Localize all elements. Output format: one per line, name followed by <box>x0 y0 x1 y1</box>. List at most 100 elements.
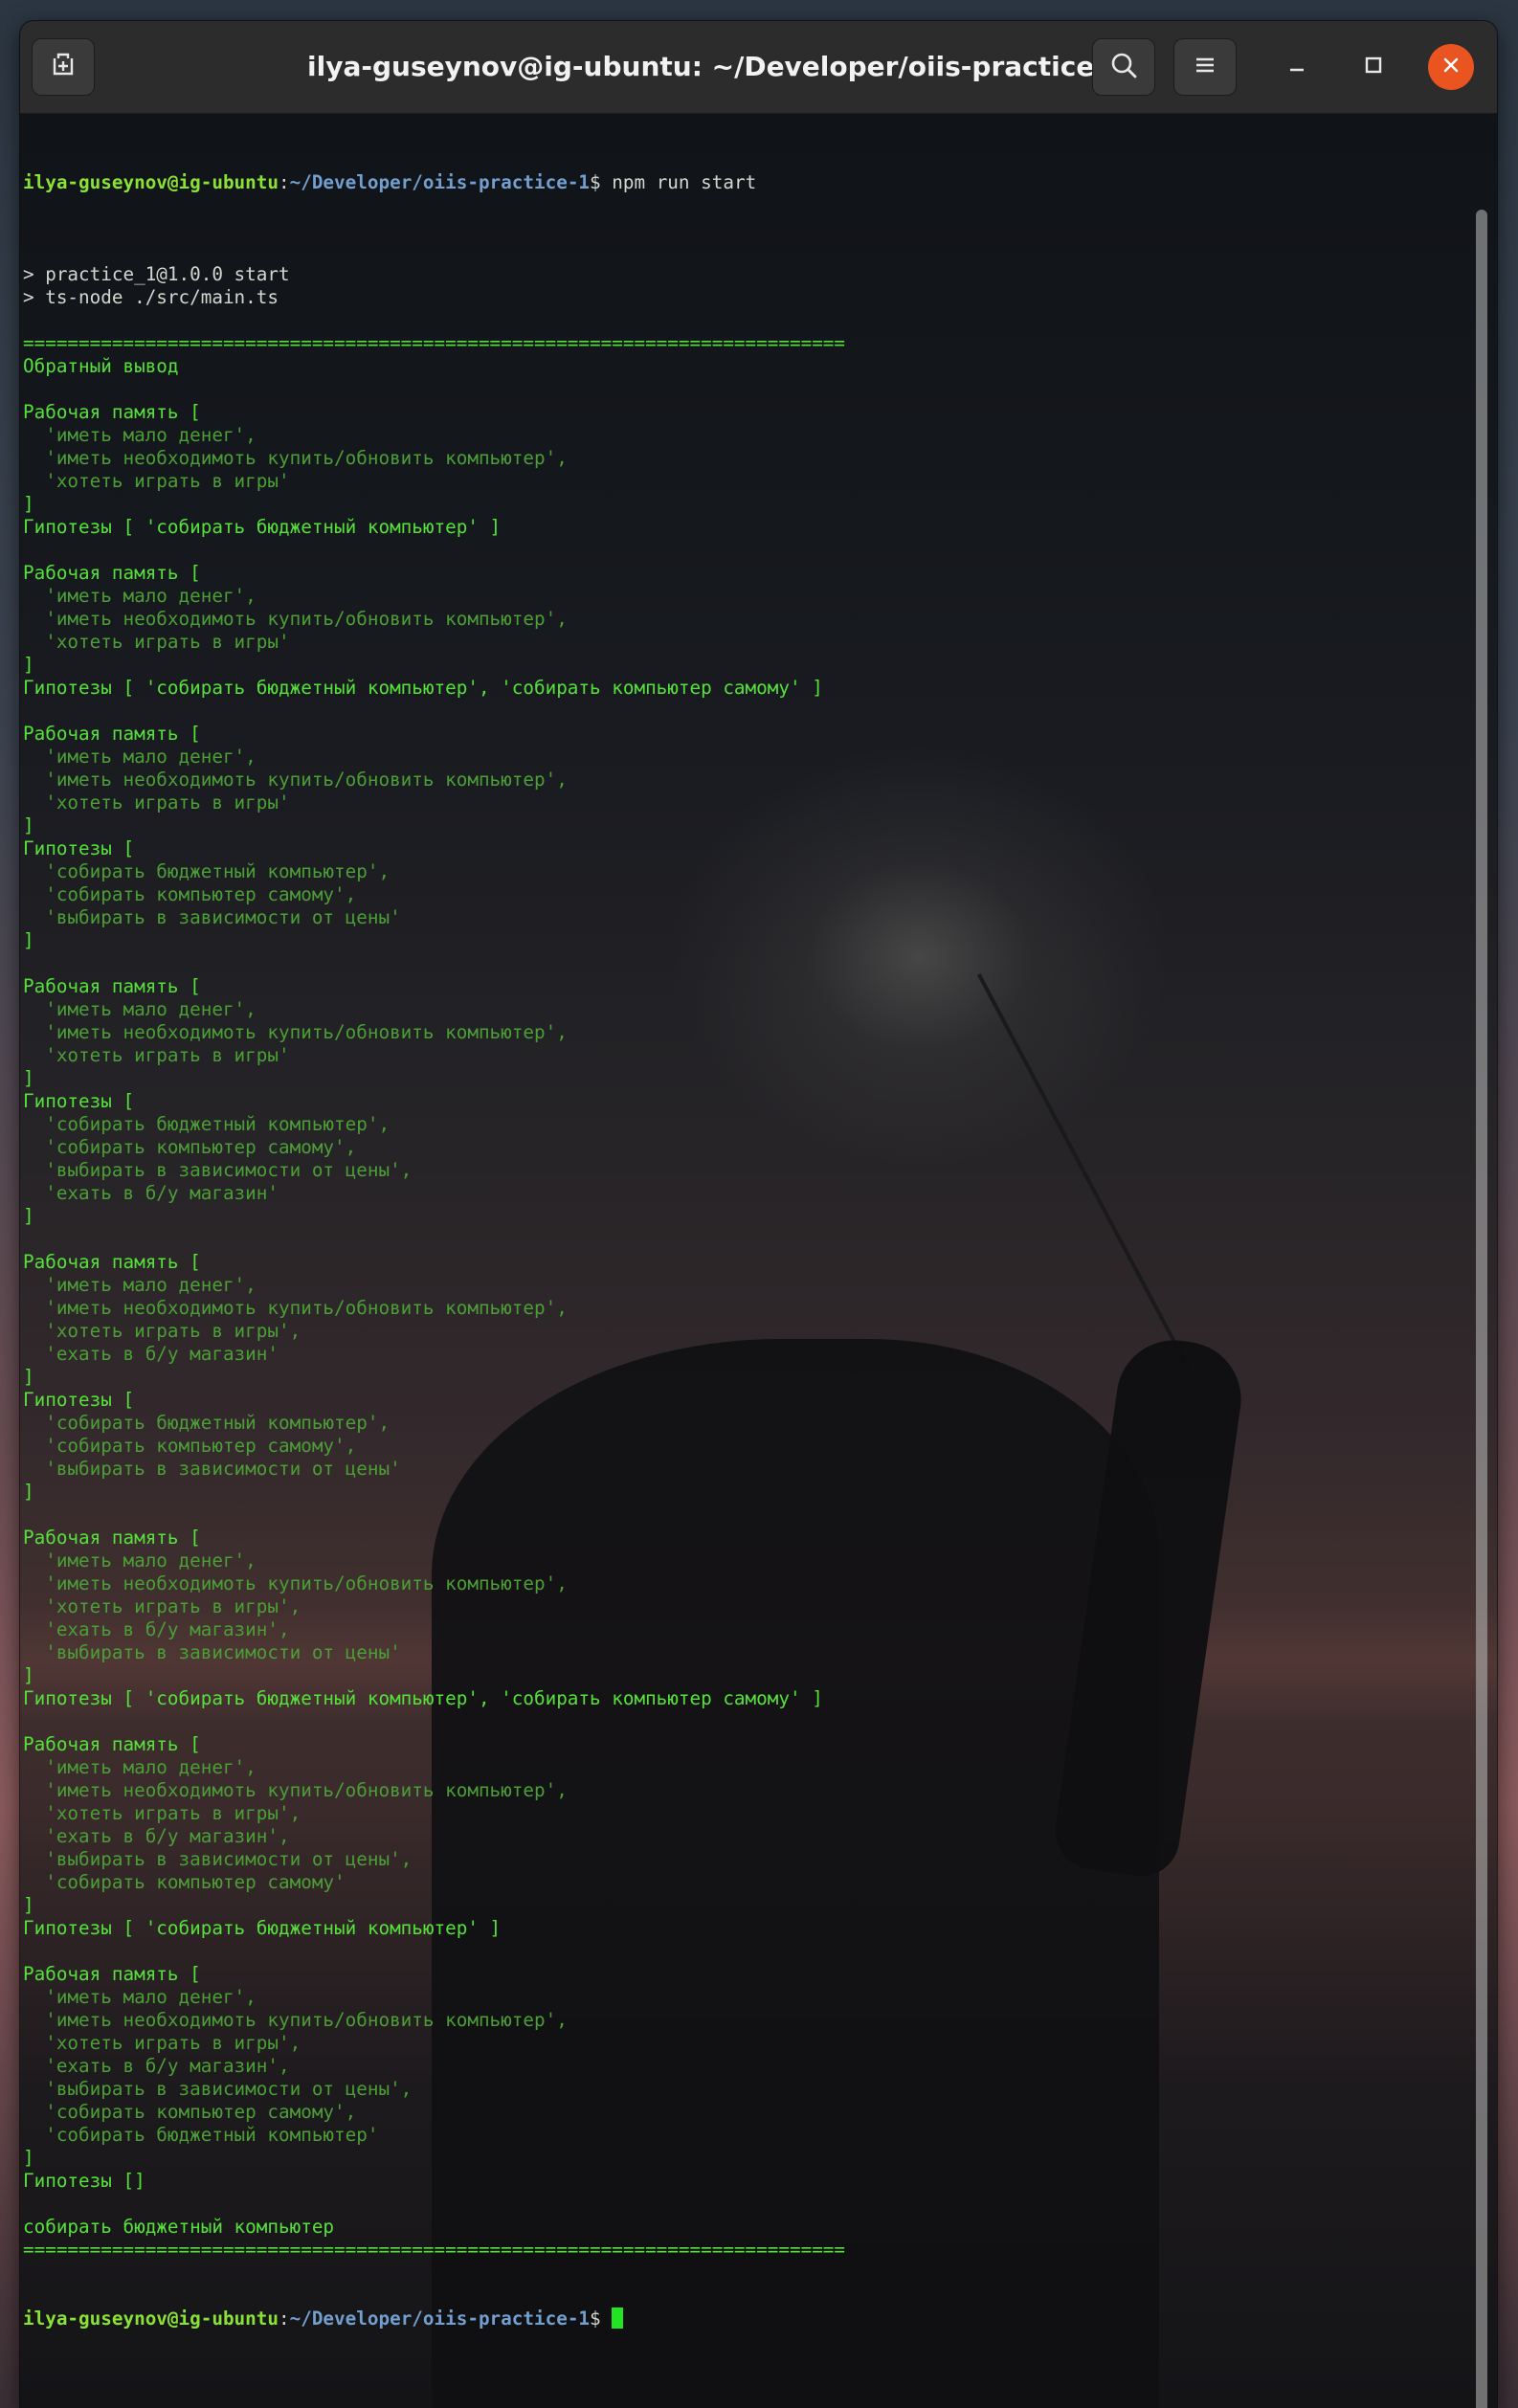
title-bar[interactable]: ilya-guseynov@ig-ubuntu: ~/Developer/oii… <box>20 21 1497 114</box>
output-line: 'хотеть играть в игры', <box>23 1802 301 1824</box>
output-line: 'иметь необходимоть купить/обновить комп… <box>23 2009 568 2031</box>
output-line: ] <box>23 1366 34 1388</box>
new-tab-button[interactable] <box>32 38 95 96</box>
output-line: ] <box>23 1067 34 1089</box>
prompt-separator: : <box>279 171 290 193</box>
menu-button[interactable] <box>1173 38 1237 96</box>
output-line: 'иметь необходимоть купить/обновить комп… <box>23 769 568 791</box>
output-line: Рабочая память [ <box>23 401 201 423</box>
window-title: ilya-guseynov@ig-ubuntu: ~/Developer/oii… <box>307 51 1125 82</box>
output-line: 'иметь мало денег', <box>23 1756 257 1778</box>
output-line: 'хотеть играть в игры' <box>23 631 290 653</box>
output-line: 'иметь мало денег', <box>23 1986 257 2008</box>
output-line: Рабочая память [ <box>23 1733 201 1755</box>
prompt-line-current[interactable]: ilya-guseynov@ig-ubuntu:~/Developer/oiis… <box>23 2308 1459 2330</box>
output-line: 'ехать в б/у магазин', <box>23 1618 290 1640</box>
output-line: 'собирать бюджетный компьютер' <box>23 2124 379 2146</box>
output-line: 'собирать бюджетный компьютер', <box>23 1412 391 1434</box>
search-button[interactable] <box>1092 38 1155 96</box>
output-line: Рабочая память [ <box>23 723 201 745</box>
output-line: Рабочая память [ <box>23 1963 201 1985</box>
text-cursor <box>612 2308 624 2329</box>
hamburger-menu-icon <box>1191 51 1219 83</box>
output-line: 'хотеть играть в игры', <box>23 1320 301 1342</box>
desktop-screen: ilya-guseynov@ig-ubuntu: ~/Developer/oii… <box>0 0 1518 2408</box>
prompt-line: ilya-guseynov@ig-ubuntu:~/Developer/oiis… <box>23 171 1459 194</box>
output-line: ] <box>23 929 34 951</box>
output-line: 'иметь необходимоть купить/обновить комп… <box>23 608 568 630</box>
output-line: 'собирать бюджетный компьютер', <box>23 860 391 882</box>
prompt-dollar: $ <box>590 2308 613 2330</box>
terminal-window: ilya-guseynov@ig-ubuntu: ~/Developer/oii… <box>20 21 1497 2408</box>
minimize-button[interactable] <box>1274 44 1320 90</box>
output-line: Гипотезы [ <box>23 837 135 859</box>
output-line: 'иметь необходимоть купить/обновить комп… <box>23 1297 568 1319</box>
output-line: Обратный вывод <box>23 355 179 377</box>
output-line: ========================================… <box>23 2239 846 2261</box>
vertical-scrollbar[interactable] <box>1476 210 1487 2408</box>
output-line: 'ехать в б/у магазин', <box>23 1825 290 1847</box>
terminal-area[interactable]: ilya-guseynov@ig-ubuntu:~/Developer/oiis… <box>20 114 1497 2408</box>
maximize-button[interactable] <box>1351 44 1396 90</box>
output-line: Гипотезы [ 'собирать бюджетный компьютер… <box>23 1917 502 1939</box>
command-output: > practice_1@1.0.0 start > ts-node ./src/… <box>23 240 1459 2262</box>
output-line: 'собирать компьютер самому' <box>23 1871 346 1893</box>
output-line: ] <box>23 814 34 836</box>
prompt-path: ~/Developer/oiis-practice-1 <box>289 171 591 193</box>
output-line: ] <box>23 1664 34 1686</box>
new-tab-icon <box>49 51 78 83</box>
output-line: 'ехать в б/у магазин' <box>23 1343 279 1365</box>
output-line: 'собирать компьютер самому', <box>23 1435 357 1457</box>
output-line: 'ехать в б/у магазин' <box>23 1182 279 1204</box>
output-line: Гипотезы [] <box>23 2170 145 2192</box>
output-line: 'иметь необходимоть купить/обновить комп… <box>23 1572 568 1594</box>
output-line: 'собирать компьютер самому', <box>23 2101 357 2123</box>
output-line: ========================================… <box>23 332 846 354</box>
output-line: Гипотезы [ <box>23 1090 135 1112</box>
prompt-user-host: ilya-guseynov@ig-ubuntu <box>23 2308 279 2330</box>
output-line: ] <box>23 2147 34 2169</box>
output-line: 'иметь мало денег', <box>23 746 257 768</box>
output-line: 'хотеть играть в игры' <box>23 792 290 814</box>
prompt-path: ~/Developer/oiis-practice-1 <box>289 2308 591 2330</box>
output-line: 'иметь мало денег', <box>23 1274 257 1296</box>
maximize-icon <box>1363 55 1384 79</box>
output-line: Рабочая память [ <box>23 1251 201 1273</box>
output-line: Рабочая память [ <box>23 975 201 997</box>
output-line: Гипотезы [ 'собирать бюджетный компьютер… <box>23 516 502 538</box>
output-line: собирать бюджетный компьютер <box>23 2216 335 2238</box>
output-line: Рабочая память [ <box>23 562 201 584</box>
output-line: 'выбирать в зависимости от цены', <box>23 1848 413 1870</box>
output-line: 'хотеть играть в игры' <box>23 470 290 492</box>
close-icon <box>1440 55 1462 79</box>
output-line: 'иметь необходимоть купить/обновить комп… <box>23 1021 568 1043</box>
output-line: > practice_1@1.0.0 start <box>23 263 290 285</box>
output-line: 'хотеть играть в игры', <box>23 2032 301 2054</box>
output-line: ] <box>23 1481 34 1503</box>
output-line: 'иметь необходимоть купить/обновить комп… <box>23 1779 568 1801</box>
output-line: 'хотеть играть в игры' <box>23 1044 290 1066</box>
output-line: Рабочая память [ <box>23 1527 201 1549</box>
minimize-icon <box>1286 55 1307 79</box>
output-line: > ts-node ./src/main.ts <box>23 286 279 308</box>
terminal-output[interactable]: ilya-guseynov@ig-ubuntu:~/Developer/oiis… <box>23 125 1459 2376</box>
prompt-user-host: ilya-guseynov@ig-ubuntu <box>23 171 279 193</box>
output-line: 'иметь мало денег', <box>23 424 257 446</box>
close-button[interactable] <box>1428 44 1474 90</box>
output-line: 'собирать компьютер самому', <box>23 1136 357 1158</box>
output-line: ] <box>23 1894 34 1916</box>
output-line: Гипотезы [ 'собирать бюджетный компьютер… <box>23 1687 823 1709</box>
output-line: Гипотезы [ <box>23 1389 135 1411</box>
search-icon <box>1109 51 1138 83</box>
output-line: 'выбирать в зависимости от цены', <box>23 2078 413 2100</box>
output-line: 'выбирать в зависимости от цены' <box>23 1458 401 1480</box>
